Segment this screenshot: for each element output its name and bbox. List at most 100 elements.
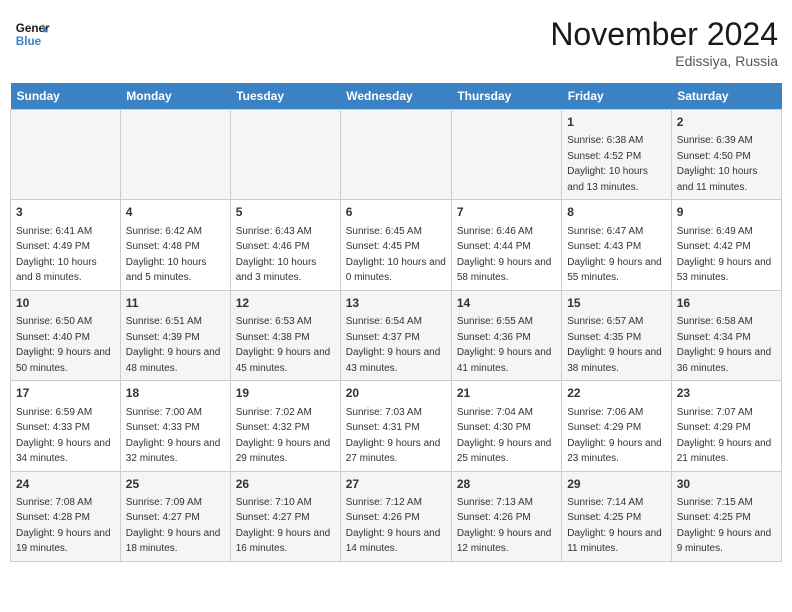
logo-icon: General Blue	[14, 16, 50, 52]
day-info: Sunrise: 6:42 AMSunset: 4:48 PMDaylight:…	[126, 226, 207, 284]
calendar-cell: 16 Sunrise: 6:58 AMSunset: 4:34 PMDayligh…	[671, 290, 781, 380]
day-info: Sunrise: 7:07 AMSunset: 4:29 PMDaylight:…	[677, 407, 772, 465]
day-info: Sunrise: 6:51 AMSunset: 4:39 PMDaylight:…	[126, 316, 221, 374]
day-number: 20	[346, 385, 446, 402]
calendar-cell	[340, 110, 451, 200]
calendar-table: SundayMondayTuesdayWednesdayThursdayFrid…	[10, 83, 782, 562]
day-info: Sunrise: 7:14 AMSunset: 4:25 PMDaylight:…	[567, 497, 662, 555]
calendar-cell: 21Sunrise: 7:04 AMSunset: 4:30 PMDayligh…	[451, 381, 561, 471]
day-number: 29	[567, 476, 666, 493]
calendar-cell	[11, 110, 121, 200]
day-number: 6	[346, 204, 446, 221]
day-number: 10	[16, 295, 115, 312]
calendar-cell	[120, 110, 230, 200]
calendar-week-row: 1Sunrise: 6:38 AMSunset: 4:52 PMDaylight…	[11, 110, 782, 200]
day-number: 19	[236, 385, 335, 402]
calendar-cell: 20 Sunrise: 7:03 AMSunset: 4:31 PMDayligh…	[340, 381, 451, 471]
calendar-cell: 17 Sunrise: 6:59 AMSunset: 4:33 PMDayligh…	[11, 381, 121, 471]
calendar-cell: 18 Sunrise: 7:00 AMSunset: 4:33 PMDayligh…	[120, 381, 230, 471]
day-info: Sunrise: 6:59 AMSunset: 4:33 PMDaylight:…	[16, 407, 111, 465]
calendar-cell: 15 Sunrise: 6:57 AMSunset: 4:35 PMDayligh…	[562, 290, 672, 380]
day-number: 26	[236, 476, 335, 493]
day-info: Sunrise: 7:02 AMSunset: 4:32 PMDaylight:…	[236, 407, 331, 465]
day-info: Sunrise: 7:00 AMSunset: 4:33 PMDaylight:…	[126, 407, 221, 465]
day-info: Sunrise: 7:04 AMSunset: 4:30 PMDaylight:…	[457, 407, 552, 465]
calendar-cell: 10 Sunrise: 6:50 AMSunset: 4:40 PMDayligh…	[11, 290, 121, 380]
month-title: November 2024	[550, 16, 778, 53]
calendar-cell: 6 Sunrise: 6:45 AMSunset: 4:45 PMDaylight…	[340, 200, 451, 290]
calendar-cell	[451, 110, 561, 200]
day-number: 3	[16, 204, 115, 221]
day-info: Sunrise: 7:09 AMSunset: 4:27 PMDaylight:…	[126, 497, 221, 555]
calendar-cell: 27 Sunrise: 7:12 AMSunset: 4:26 PMDayligh…	[340, 471, 451, 561]
day-info: Sunrise: 7:03 AMSunset: 4:31 PMDaylight:…	[346, 407, 441, 465]
calendar-cell: 2 Sunrise: 6:39 AMSunset: 4:50 PMDaylight…	[671, 110, 781, 200]
day-info: Sunrise: 6:53 AMSunset: 4:38 PMDaylight:…	[236, 316, 331, 374]
calendar-cell: 4 Sunrise: 6:42 AMSunset: 4:48 PMDaylight…	[120, 200, 230, 290]
day-info: Sunrise: 6:50 AMSunset: 4:40 PMDaylight:…	[16, 316, 111, 374]
calendar-cell: 14 Sunrise: 6:55 AMSunset: 4:36 PMDayligh…	[451, 290, 561, 380]
calendar-cell: 22Sunrise: 7:06 AMSunset: 4:29 PMDayligh…	[562, 381, 672, 471]
calendar-cell: 7 Sunrise: 6:46 AMSunset: 4:44 PMDaylight…	[451, 200, 561, 290]
day-info: Sunrise: 7:08 AMSunset: 4:28 PMDaylight:…	[16, 497, 111, 555]
dow-header: Tuesday	[230, 83, 340, 110]
day-info: Sunrise: 6:55 AMSunset: 4:36 PMDaylight:…	[457, 316, 552, 374]
calendar-cell: 30 Sunrise: 7:15 AMSunset: 4:25 PMDayligh…	[671, 471, 781, 561]
day-number: 4	[126, 204, 225, 221]
day-info: Sunrise: 6:57 AMSunset: 4:35 PMDaylight:…	[567, 316, 662, 374]
logo: General Blue	[14, 16, 50, 52]
dow-header: Saturday	[671, 83, 781, 110]
day-number: 23	[677, 385, 776, 402]
location: Edissiya, Russia	[550, 53, 778, 69]
calendar-week-row: 10 Sunrise: 6:50 AMSunset: 4:40 PMDayligh…	[11, 290, 782, 380]
day-info: Sunrise: 6:41 AMSunset: 4:49 PMDaylight:…	[16, 226, 97, 284]
day-number: 30	[677, 476, 776, 493]
day-number: 24	[16, 476, 115, 493]
day-number: 9	[677, 204, 776, 221]
day-info: Sunrise: 6:58 AMSunset: 4:34 PMDaylight:…	[677, 316, 772, 374]
calendar-cell: 23 Sunrise: 7:07 AMSunset: 4:29 PMDayligh…	[671, 381, 781, 471]
calendar-cell: 5 Sunrise: 6:43 AMSunset: 4:46 PMDaylight…	[230, 200, 340, 290]
days-of-week-row: SundayMondayTuesdayWednesdayThursdayFrid…	[11, 83, 782, 110]
page-header: General Blue November 2024 Edissiya, Rus…	[10, 10, 782, 75]
calendar-cell: 13Sunrise: 6:54 AMSunset: 4:37 PMDayligh…	[340, 290, 451, 380]
dow-header: Monday	[120, 83, 230, 110]
calendar-week-row: 3 Sunrise: 6:41 AMSunset: 4:49 PMDaylight…	[11, 200, 782, 290]
calendar-cell: 29 Sunrise: 7:14 AMSunset: 4:25 PMDayligh…	[562, 471, 672, 561]
svg-text:Blue: Blue	[16, 35, 42, 48]
calendar-cell: 25Sunrise: 7:09 AMSunset: 4:27 PMDayligh…	[120, 471, 230, 561]
calendar-cell	[230, 110, 340, 200]
dow-header: Friday	[562, 83, 672, 110]
calendar-cell: 19 Sunrise: 7:02 AMSunset: 4:32 PMDayligh…	[230, 381, 340, 471]
day-info: Sunrise: 6:54 AMSunset: 4:37 PMDaylight:…	[346, 316, 441, 374]
day-info: Sunrise: 6:47 AMSunset: 4:43 PMDaylight:…	[567, 226, 662, 284]
day-number: 17	[16, 385, 115, 402]
day-number: 28	[457, 476, 556, 493]
day-number: 18	[126, 385, 225, 402]
day-info: Sunrise: 6:39 AMSunset: 4:50 PMDaylight:…	[677, 135, 758, 193]
calendar-cell: 11Sunrise: 6:51 AMSunset: 4:39 PMDayligh…	[120, 290, 230, 380]
day-info: Sunrise: 7:12 AMSunset: 4:26 PMDaylight:…	[346, 497, 441, 555]
day-number: 14	[457, 295, 556, 312]
title-block: November 2024 Edissiya, Russia	[550, 16, 778, 69]
calendar-cell: 28Sunrise: 7:13 AMSunset: 4:26 PMDayligh…	[451, 471, 561, 561]
calendar-cell: 12Sunrise: 6:53 AMSunset: 4:38 PMDayligh…	[230, 290, 340, 380]
day-info: Sunrise: 7:15 AMSunset: 4:25 PMDaylight:…	[677, 497, 772, 555]
calendar-body: 1Sunrise: 6:38 AMSunset: 4:52 PMDaylight…	[11, 110, 782, 562]
day-number: 16	[677, 295, 776, 312]
calendar-week-row: 17 Sunrise: 6:59 AMSunset: 4:33 PMDayligh…	[11, 381, 782, 471]
day-number: 8	[567, 204, 666, 221]
day-number: 7	[457, 204, 556, 221]
calendar-cell: 1Sunrise: 6:38 AMSunset: 4:52 PMDaylight…	[562, 110, 672, 200]
day-number: 2	[677, 114, 776, 131]
day-number: 1	[567, 114, 666, 131]
day-number: 15	[567, 295, 666, 312]
day-info: Sunrise: 6:46 AMSunset: 4:44 PMDaylight:…	[457, 226, 552, 284]
day-info: Sunrise: 6:45 AMSunset: 4:45 PMDaylight:…	[346, 226, 446, 284]
day-info: Sunrise: 6:43 AMSunset: 4:46 PMDaylight:…	[236, 226, 317, 284]
calendar-cell: 8 Sunrise: 6:47 AMSunset: 4:43 PMDaylight…	[562, 200, 672, 290]
calendar-cell: 9Sunrise: 6:49 AMSunset: 4:42 PMDaylight…	[671, 200, 781, 290]
day-number: 5	[236, 204, 335, 221]
dow-header: Wednesday	[340, 83, 451, 110]
day-number: 27	[346, 476, 446, 493]
